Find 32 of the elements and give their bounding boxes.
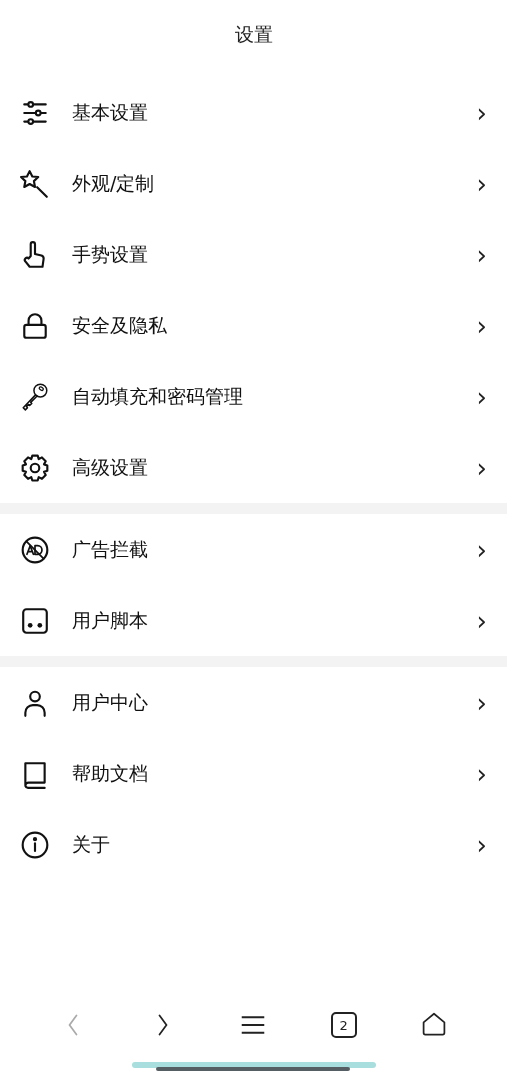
- settings-item[interactable]: 用户脚本 ›: [0, 585, 507, 656]
- settings-item[interactable]: 高级设置 ›: [0, 432, 507, 503]
- tabs-button[interactable]: 2: [330, 1012, 357, 1038]
- chevron: ›: [476, 454, 487, 481]
- settings-item[interactable]: 手势设置 ›: [0, 219, 507, 290]
- chevron: ›: [476, 760, 487, 787]
- script-icon: [20, 605, 50, 636]
- page-title: 设置: [234, 22, 273, 47]
- settings-item[interactable]: 外观/定制 ›: [0, 148, 507, 219]
- chevron: ›: [476, 312, 487, 339]
- settings-item[interactable]: 关于 ›: [0, 809, 507, 880]
- chevron: ›: [476, 383, 487, 410]
- lock-icon: [20, 310, 50, 341]
- settings-item[interactable]: 广告拦截 ›: [0, 514, 507, 585]
- home-icon[interactable]: [420, 1012, 447, 1038]
- chevron: ›: [476, 536, 487, 563]
- chevron: ›: [476, 241, 487, 268]
- chevron: ›: [476, 831, 487, 858]
- chevron: ›: [476, 689, 487, 716]
- settings-item[interactable]: 用户中心 ›: [0, 667, 507, 738]
- settings-item[interactable]: 帮助文档 ›: [0, 738, 507, 809]
- ad-block-icon: [20, 534, 50, 565]
- magic-wand-icon: [20, 168, 50, 199]
- settings-item[interactable]: 安全及隐私 ›: [0, 290, 507, 361]
- chevron: ›: [476, 99, 487, 126]
- chevron: ›: [476, 607, 487, 634]
- chevron: ›: [476, 170, 487, 197]
- key-icon: [20, 381, 50, 412]
- info-icon: [20, 829, 50, 860]
- settings-item[interactable]: 自动填充和密码管理 ›: [0, 361, 507, 432]
- settings-item[interactable]: 基本设置 ›: [0, 77, 507, 148]
- settings-icon: [20, 452, 50, 483]
